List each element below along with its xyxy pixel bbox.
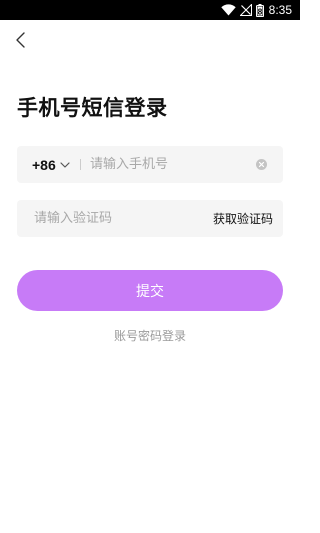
get-code-button[interactable]: 获取验证码	[213, 200, 273, 237]
phone-input[interactable]	[90, 146, 250, 183]
country-code-selector[interactable]: +86	[32, 146, 70, 183]
clear-icon[interactable]	[256, 159, 267, 170]
battery-icon: 8	[255, 3, 264, 17]
status-icons: 8 8:35	[220, 3, 292, 17]
code-field: 获取验证码	[17, 200, 283, 237]
submit-button[interactable]: 提交	[17, 270, 283, 311]
field-divider	[80, 159, 81, 170]
password-login-link[interactable]: 账号密码登录	[0, 327, 300, 344]
chevron-down-icon	[60, 161, 70, 168]
phone-field: +86	[17, 146, 283, 183]
status-time: 8:35	[268, 3, 292, 17]
country-code-label: +86	[32, 156, 56, 173]
cellular-signal-icon	[239, 4, 252, 16]
wifi-icon	[220, 4, 236, 16]
battery-level-label: 8	[257, 7, 262, 16]
page-title: 手机号短信登录	[17, 96, 168, 120]
status-bar: 8 8:35	[0, 0, 300, 20]
code-input[interactable]	[34, 200, 204, 237]
chevron-left-icon	[16, 32, 25, 48]
back-button[interactable]	[10, 29, 32, 51]
